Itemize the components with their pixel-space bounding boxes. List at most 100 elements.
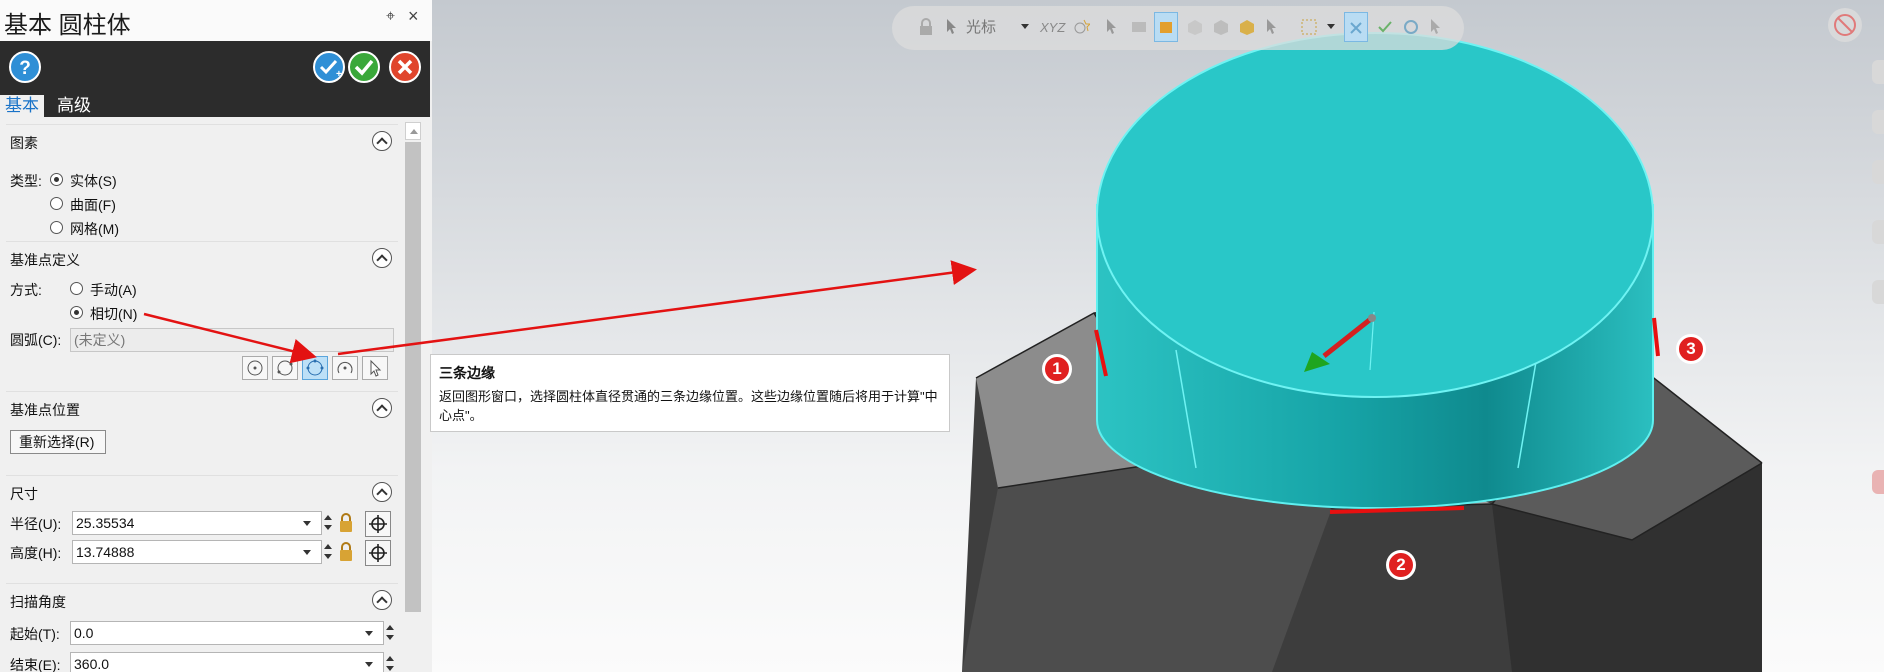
ok-icon[interactable] xyxy=(348,51,380,83)
section-size: 尺寸 半径(U): 25.35534 高度(H): 13.74888 xyxy=(6,475,398,581)
scroll-thumb[interactable] xyxy=(405,142,421,612)
start-angle-label: 起始(T): xyxy=(10,626,60,642)
verify-icon[interactable] xyxy=(1376,18,1394,36)
arc-field[interactable]: (未定义) xyxy=(70,328,394,352)
section-base-point-def-title: 基准点定义 xyxy=(10,252,80,268)
radio-surface[interactable] xyxy=(50,197,63,210)
edge-tool-1-icon[interactable] xyxy=(1872,60,1884,84)
select-chain-icon[interactable] xyxy=(1130,18,1148,36)
radio-mesh[interactable] xyxy=(50,221,63,234)
section-sweep: 扫描角度 起始(T): 0.0 结束(E): 360.0 xyxy=(6,583,398,672)
section-base-point-def: 基准点定义 方式: 手动(A) 相切(N) 圆弧(C): (未定义) xyxy=(6,241,398,381)
edge-tool-2-icon[interactable] xyxy=(1872,110,1884,134)
height-dropdown-icon[interactable] xyxy=(302,548,312,556)
end-angle-field[interactable]: 360.0 xyxy=(70,652,384,672)
cube-body-icon[interactable] xyxy=(1238,18,1256,36)
center-point-button[interactable] xyxy=(242,356,268,380)
grid-dropdown-icon[interactable] xyxy=(1326,22,1336,30)
pin-icon[interactable]: ⌖ xyxy=(386,8,395,26)
height-pick-button[interactable] xyxy=(365,540,391,566)
radius-lock-icon[interactable] xyxy=(338,513,354,533)
radio-tangent[interactable] xyxy=(70,306,83,319)
panel-tabs: 基本 高级 xyxy=(0,95,430,117)
end-angle-dropdown-icon[interactable] xyxy=(364,660,374,668)
radio-manual-label: 手动(A) xyxy=(90,282,137,298)
select-pointer-button[interactable] xyxy=(362,356,388,380)
solid-select-icon xyxy=(1160,22,1172,33)
start-angle-dropdown-icon[interactable] xyxy=(364,629,374,637)
tab-basic[interactable]: 基本 xyxy=(0,95,44,117)
panel-title: 基本 圆柱体 xyxy=(4,12,131,39)
cursor-label[interactable]: 光标 xyxy=(966,16,996,37)
edge-tool-3-icon[interactable] xyxy=(1872,160,1884,184)
radio-mesh-label: 网格(M) xyxy=(70,221,119,237)
collapse-entity-button[interactable] xyxy=(372,131,392,151)
graphics-viewport[interactable]: 1 2 3 光标 XYZ xyxy=(432,0,1884,672)
two-edges-button[interactable] xyxy=(272,356,298,380)
circle-three-edges-icon xyxy=(306,359,324,376)
select-arrow-icon[interactable] xyxy=(1104,18,1122,36)
radio-surface-label: 曲面(F) xyxy=(70,197,116,213)
tangent-arc-button[interactable] xyxy=(332,356,358,380)
reselect-button[interactable]: 重新选择(R) xyxy=(10,430,106,454)
viewport-toolbar: 光标 XYZ xyxy=(892,6,1464,50)
svg-text:?: ? xyxy=(19,58,31,79)
snap-toggle-button[interactable] xyxy=(1344,12,1368,42)
tooltip-three-edges: 三条边缘 返回图形窗口，选择圆柱体直径贯通的三条边缘位置。这些边缘位置随后将用于… xyxy=(430,354,950,432)
collapse-base-point-pos-button[interactable] xyxy=(372,398,392,418)
crosshair-icon xyxy=(369,515,387,533)
edge-tool-4-icon[interactable] xyxy=(1872,220,1884,244)
collapse-size-button[interactable] xyxy=(372,482,392,502)
xyz-button[interactable]: XYZ xyxy=(1040,20,1065,35)
scroll-up-button[interactable] xyxy=(405,122,421,140)
three-edges-button[interactable] xyxy=(302,356,328,380)
pointer-options-icon[interactable] xyxy=(1428,18,1446,36)
lock-icon[interactable] xyxy=(918,18,934,36)
radius-pick-button[interactable] xyxy=(365,511,391,537)
panel-titlebar: 基本 圆柱体 ⌖ × xyxy=(0,0,432,41)
end-angle-stepper[interactable] xyxy=(384,652,396,672)
solid-select-button[interactable] xyxy=(1154,12,1178,42)
apply-icon[interactable]: + xyxy=(313,51,345,83)
section-sweep-title: 扫描角度 xyxy=(10,594,66,610)
collapse-base-point-def-button[interactable] xyxy=(372,248,392,268)
clear-selection-button[interactable] xyxy=(1828,8,1862,42)
circle-center-icon xyxy=(247,360,263,376)
cube-face-icon[interactable] xyxy=(1186,18,1204,36)
right-edge-toolbar xyxy=(1872,50,1884,570)
height-field[interactable]: 13.74888 xyxy=(72,540,322,564)
tooltip-body: 返回图形窗口，选择圆柱体直径贯通的三条边缘位置。这些边缘位置随后将用于计算"中心… xyxy=(439,389,938,423)
panel-content: 图素 类型: 实体(S) 曲面(F) 网格(M) 基准点定义 方式: 手动(A)… xyxy=(0,117,404,672)
tooltip-title: 三条边缘 xyxy=(439,365,495,381)
edge-tool-5-icon[interactable] xyxy=(1872,280,1884,304)
radio-manual[interactable] xyxy=(70,282,83,295)
refresh-icon[interactable] xyxy=(1402,18,1420,36)
start-angle-field[interactable]: 0.0 xyxy=(70,621,384,645)
panel-toolbar: ? + xyxy=(0,41,430,95)
radius-stepper[interactable] xyxy=(322,511,334,535)
cursor-icon[interactable] xyxy=(944,18,962,36)
panel-scrollbar[interactable] xyxy=(404,122,422,672)
grid-select-icon[interactable] xyxy=(1300,18,1320,36)
cursor-dropdown-icon[interactable] xyxy=(1020,22,1030,30)
close-icon[interactable]: × xyxy=(408,6,419,27)
radio-solid[interactable] xyxy=(50,173,63,186)
start-angle-stepper[interactable] xyxy=(384,621,396,645)
height-stepper[interactable] xyxy=(322,540,334,564)
radius-dropdown-icon[interactable] xyxy=(302,519,312,527)
radio-tangent-label: 相切(N) xyxy=(90,306,138,322)
point-snap-icon[interactable] xyxy=(1072,18,1092,36)
tab-advanced[interactable]: 高级 xyxy=(52,95,96,117)
height-label: 高度(H): xyxy=(10,545,62,561)
height-lock-icon[interactable] xyxy=(338,542,354,562)
select-options-icon[interactable] xyxy=(1264,18,1282,36)
radius-field[interactable]: 25.35534 xyxy=(72,511,322,535)
cancel-icon[interactable] xyxy=(389,51,421,83)
help-icon[interactable]: ? xyxy=(9,51,41,83)
collapse-sweep-button[interactable] xyxy=(372,590,392,610)
edge-tool-6-icon[interactable] xyxy=(1872,470,1884,494)
arc-label: 圆弧(C): xyxy=(10,332,62,348)
method-label: 方式: xyxy=(10,282,42,298)
circle-arc-icon xyxy=(337,361,353,374)
cube-edge-icon[interactable] xyxy=(1212,18,1230,36)
